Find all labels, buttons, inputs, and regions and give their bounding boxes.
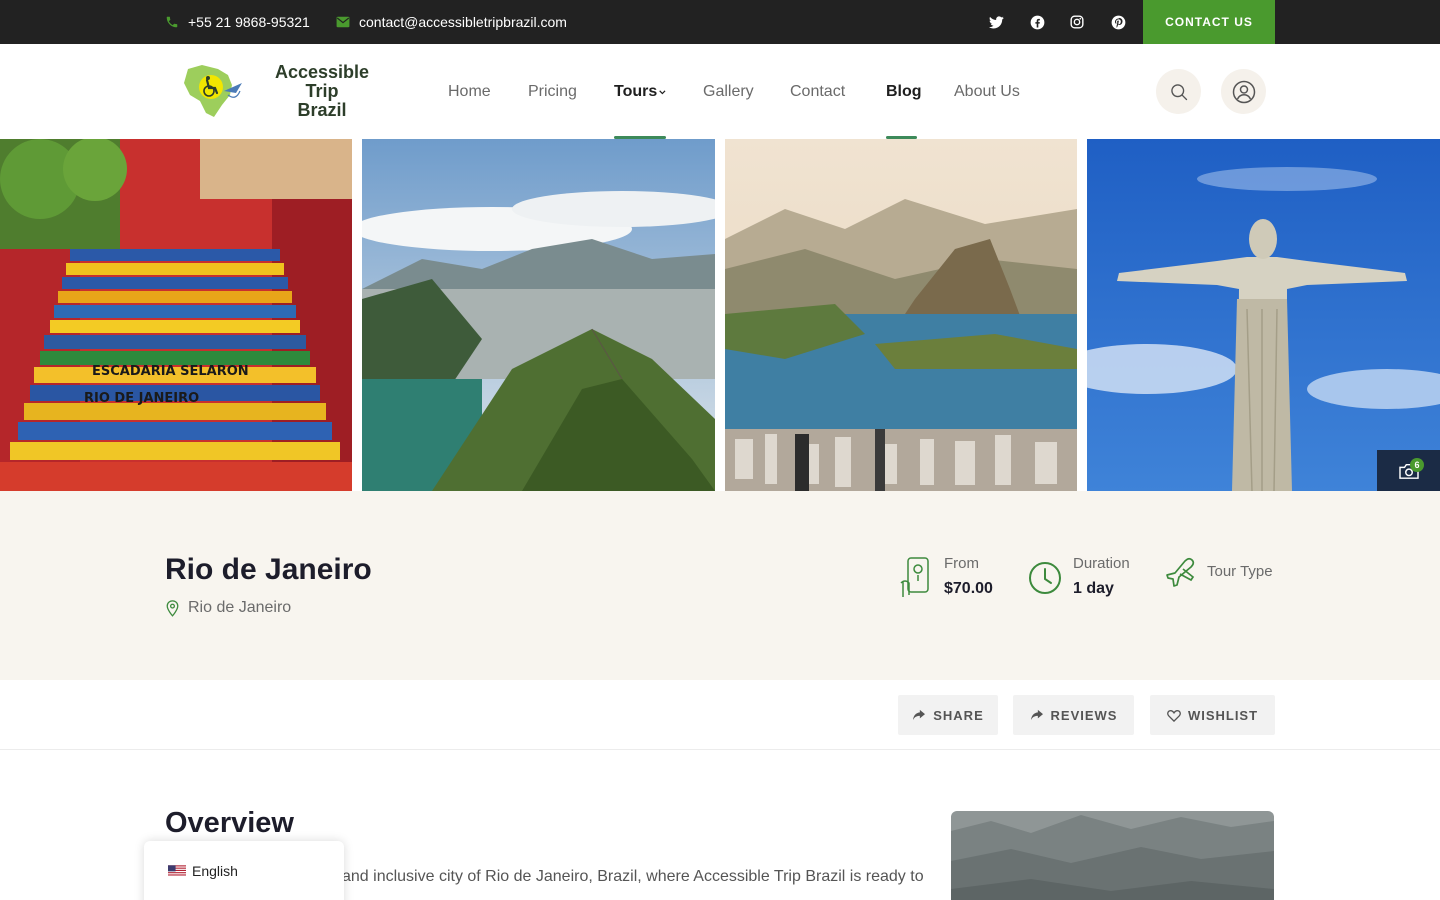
tour-type-label: Tour Type (1207, 563, 1273, 580)
facebook-icon[interactable] (1027, 12, 1047, 32)
wishlist-button[interactable]: WISHLIST (1150, 695, 1275, 735)
contact-us-button[interactable]: CONTACT US (1143, 0, 1275, 44)
tour-info-band: Rio de Janeiro Rio de Janeiro From $70.0… (0, 491, 1440, 680)
tour-location: Rio de Janeiro (165, 599, 291, 617)
top-bar: +55 21 9868-95321 contact@accessibletrip… (0, 0, 1440, 44)
us-flag-icon (168, 865, 186, 877)
gallery-photos-button[interactable]: 6 (1377, 450, 1440, 492)
pinterest-icon[interactable] (1108, 12, 1128, 32)
price-value: $70.00 (944, 580, 993, 597)
account-button[interactable] (1221, 69, 1266, 114)
price-label: From (944, 555, 979, 572)
site-logo[interactable]: Accessible Trip Brazil (178, 60, 388, 122)
share-icon (913, 709, 926, 721)
price-phone-icon (900, 557, 929, 597)
tour-duration: Duration 1 day (1028, 555, 1130, 598)
language-switcher[interactable]: English (144, 841, 344, 900)
chevron-down-icon (659, 90, 666, 95)
gallery-image-sugarloaf[interactable] (725, 139, 1077, 491)
nav-blog[interactable]: Blog (886, 44, 922, 139)
email-contact[interactable]: contact@accessibletripbrazil.com (336, 0, 567, 44)
map-pin-icon (166, 599, 179, 617)
tour-gallery: ESCADARIA SELARON RIO DE JANEIRO (0, 139, 1440, 491)
main-header: Accessible Trip Brazil Home Pricing Tour… (0, 44, 1440, 139)
user-icon (1232, 80, 1255, 103)
nav-pricing[interactable]: Pricing (528, 44, 577, 139)
logo-icon (183, 65, 242, 117)
search-icon (1170, 83, 1187, 100)
reviews-button[interactable]: REVIEWS (1013, 695, 1134, 735)
tour-price: From $70.00 (899, 555, 993, 599)
svg-text:RIO DE JANEIRO: RIO DE JANEIRO (84, 391, 199, 406)
email-address: contact@accessibletripbrazil.com (359, 14, 567, 30)
mail-icon (336, 16, 350, 28)
location-text: Rio de Janeiro (188, 599, 292, 616)
tour-title: Rio de Janeiro (165, 553, 372, 586)
duration-value: 1 day (1073, 580, 1114, 597)
logo-line-1: Accessible Trip (274, 61, 370, 101)
overview-image (951, 811, 1274, 900)
duration-label: Duration (1073, 555, 1130, 572)
nav-tours[interactable]: Tours (614, 44, 666, 139)
heart-icon (1167, 709, 1181, 722)
phone-contact[interactable]: +55 21 9868-95321 (165, 0, 310, 44)
share-button[interactable]: SHARE (898, 695, 998, 735)
logo-line-2: Brazil (297, 99, 347, 120)
nav-home[interactable]: Home (448, 44, 491, 139)
gallery-image-christ-redeemer[interactable] (1087, 139, 1440, 491)
overview-heading: Overview (165, 807, 294, 839)
reviews-icon (1030, 709, 1043, 721)
nav-about-us[interactable]: About Us (954, 44, 1020, 139)
twitter-icon[interactable] (986, 12, 1006, 32)
tour-type: Tour Type (1163, 555, 1273, 589)
photo-count-badge: 6 (1410, 458, 1424, 472)
airplane-icon (1166, 557, 1195, 587)
clock-icon (1029, 562, 1061, 594)
instagram-icon[interactable] (1067, 12, 1087, 32)
nav-contact[interactable]: Contact (790, 44, 845, 139)
svg-text:ESCADARIA SELARON: ESCADARIA SELARON (92, 364, 249, 379)
nav-gallery[interactable]: Gallery (703, 44, 754, 139)
search-button[interactable] (1156, 69, 1201, 114)
gallery-image-mountain-view[interactable] (362, 139, 715, 491)
language-label: English (192, 863, 238, 879)
tour-actions-bar: SHARE REVIEWS WISHLIST (0, 680, 1440, 750)
phone-number: +55 21 9868-95321 (188, 14, 310, 30)
phone-icon (166, 16, 178, 28)
gallery-image-selaron-steps[interactable]: ESCADARIA SELARON RIO DE JANEIRO (0, 139, 352, 491)
